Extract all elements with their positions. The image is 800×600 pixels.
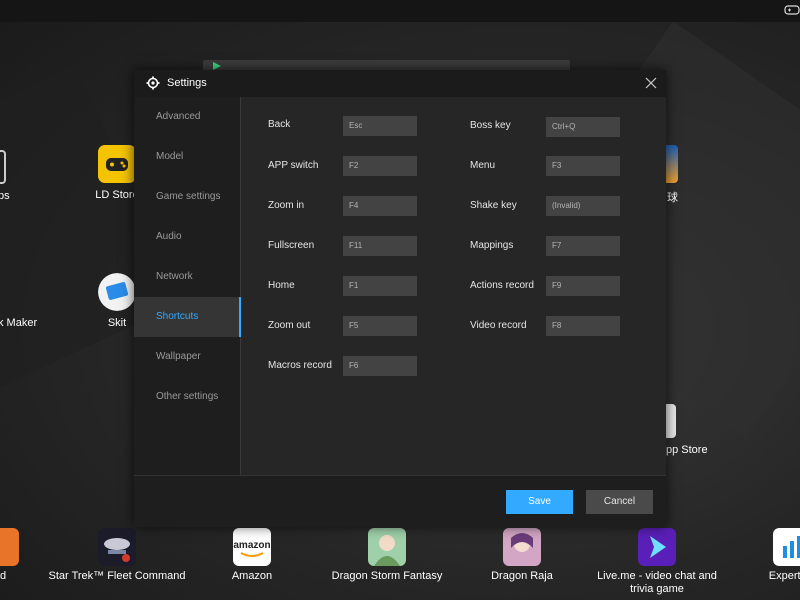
gamepad-icon[interactable] bbox=[784, 3, 800, 17]
dialog-header: Settings bbox=[134, 70, 666, 97]
settings-dialog: Settings Advanced Model Game settings Au… bbox=[134, 70, 666, 527]
shortcut-field-fullscreen[interactable]: F11 bbox=[343, 236, 417, 256]
dialog-title: Settings bbox=[167, 77, 207, 89]
desktop-item-label: ExpertOp bbox=[768, 570, 800, 582]
shortcut-field-app-switch[interactable]: F2 bbox=[343, 156, 417, 176]
shortcut-field-video-record[interactable]: F8 bbox=[546, 316, 620, 336]
shortcut-field-menu[interactable]: F3 bbox=[546, 156, 620, 176]
gear-icon bbox=[146, 76, 160, 90]
shortcut-field-boss-key[interactable]: Ctrl+Q bbox=[546, 117, 620, 137]
play-store-icon bbox=[213, 62, 221, 70]
save-button[interactable]: Save bbox=[506, 490, 573, 514]
ld-store-icon bbox=[98, 145, 136, 183]
shortcut-field-zoom-in[interactable]: F4 bbox=[343, 196, 417, 216]
shortcut-label-mappings: Mappings bbox=[470, 240, 514, 251]
shortcut-field-home[interactable]: F1 bbox=[343, 276, 417, 296]
dragon-storm-icon bbox=[368, 528, 406, 566]
desktop-item-label: Live.me - video chat and trivia game bbox=[597, 570, 717, 595]
shortcut-field-macros-record[interactable]: F6 bbox=[343, 356, 417, 376]
shortcut-label-actions-record: Actions record bbox=[470, 280, 534, 291]
desktop-item-dragon-raja[interactable]: Dragon Raja bbox=[452, 528, 592, 583]
nav-item-model[interactable]: Model bbox=[134, 137, 241, 177]
shortcut-field-actions-record[interactable]: F9 bbox=[546, 276, 620, 296]
skit-icon bbox=[98, 273, 136, 311]
settings-sidebar: Advanced Model Game settings Audio Netwo… bbox=[134, 97, 241, 475]
top-bar bbox=[0, 0, 800, 22]
desktop-item-label: Dragon Storm Fantasy bbox=[331, 570, 443, 582]
desktop-item-dragon-storm[interactable]: Dragon Storm Fantasy bbox=[317, 528, 457, 583]
star-trek-icon bbox=[98, 528, 136, 566]
nav-item-wallpaper[interactable]: Wallpaper bbox=[134, 337, 241, 377]
desktop-item-label: Dragon Raja bbox=[491, 570, 553, 582]
app-icon[interactable] bbox=[666, 404, 676, 438]
shortcut-label-app-switch: APP switch bbox=[268, 160, 319, 171]
nav-item-other-settings[interactable]: Other settings bbox=[134, 377, 241, 417]
shortcut-field-mappings[interactable]: F7 bbox=[546, 236, 620, 256]
shortcut-field-zoom-out[interactable]: F5 bbox=[343, 316, 417, 336]
desktop-item-label: ps bbox=[0, 190, 10, 202]
nav-item-audio[interactable]: Audio bbox=[134, 217, 241, 257]
app-icon bbox=[0, 528, 19, 566]
expertop-icon bbox=[773, 528, 800, 566]
nav-item-advanced[interactable]: Advanced bbox=[134, 97, 241, 137]
shortcut-label-boss-key: Boss key bbox=[470, 120, 511, 131]
shortcut-field-shake-key[interactable]: (Invalid) bbox=[546, 196, 620, 216]
shortcut-label-zoom-in: Zoom in bbox=[268, 200, 305, 211]
shortcut-label-fullscreen: Fullscreen bbox=[268, 240, 315, 251]
desktop-item-label: pp Store bbox=[666, 444, 708, 456]
nav-item-game-settings[interactable]: Game settings bbox=[134, 177, 241, 217]
shortcut-label-back: Back bbox=[268, 119, 291, 130]
app-icon[interactable] bbox=[666, 145, 678, 183]
shortcut-label-macros-record: Macros record bbox=[268, 360, 332, 371]
shortcut-field-back[interactable]: Esc bbox=[343, 116, 417, 136]
shortcut-label-menu: Menu bbox=[470, 160, 496, 171]
amazon-icon: amazon bbox=[233, 528, 271, 566]
desktop-item-label: 球 bbox=[667, 192, 678, 204]
desktop-item-amazon[interactable]: amazon Amazon bbox=[182, 528, 322, 583]
cancel-button[interactable]: Cancel bbox=[586, 490, 653, 514]
close-icon[interactable] bbox=[644, 76, 658, 90]
desktop-item-liveme[interactable]: Live.me - video chat and trivia game bbox=[587, 528, 727, 596]
dialog-footer: Save Cancel bbox=[134, 475, 666, 527]
nav-item-shortcuts[interactable]: Shortcuts bbox=[134, 297, 241, 337]
dragon-raja-icon bbox=[503, 528, 541, 566]
app-icon[interactable] bbox=[0, 150, 6, 184]
desktop-item-label: Amazon bbox=[231, 570, 273, 582]
shortcut-label-zoom-out: Zoom out bbox=[268, 320, 311, 331]
shortcut-label-shake-key: Shake key bbox=[470, 200, 517, 211]
shortcut-label-video-record: Video record bbox=[470, 320, 527, 331]
shortcut-label-home: Home bbox=[268, 280, 295, 291]
desktop-item-expertop[interactable]: ExpertOp bbox=[722, 528, 800, 583]
nav-item-network[interactable]: Network bbox=[134, 257, 241, 297]
desktop-item-label: k Maker bbox=[0, 317, 38, 329]
svg-text:amazon: amazon bbox=[233, 540, 270, 551]
desktop-item-star-trek[interactable]: Star Trek™ Fleet Command bbox=[47, 528, 187, 583]
shortcuts-panel: Back Esc APP switch F2 Zoom in F4 Fullsc… bbox=[241, 97, 666, 475]
liveme-icon bbox=[638, 528, 676, 566]
desktop-item-label: Star Trek™ Fleet Command bbox=[48, 570, 186, 582]
